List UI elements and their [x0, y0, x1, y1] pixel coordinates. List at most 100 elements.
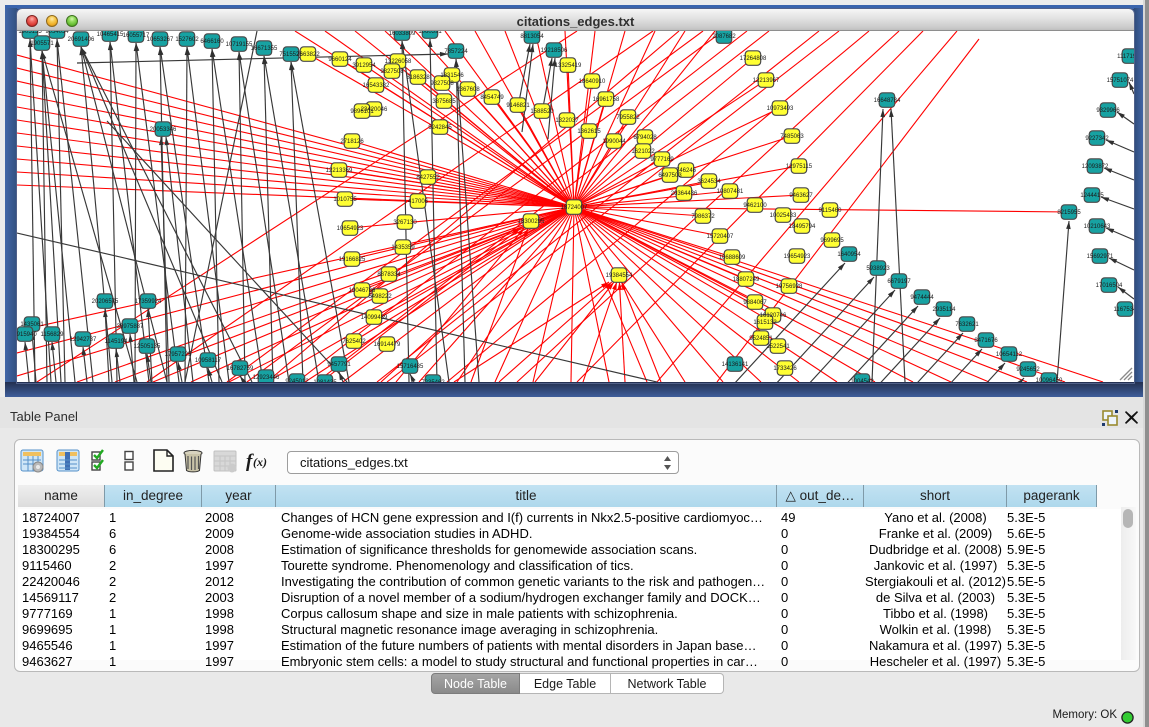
svg-text:8186328: 8186328 [406, 75, 430, 81]
svg-text:1615132: 1615132 [753, 320, 777, 326]
svg-text:1905135: 1905135 [18, 31, 42, 35]
svg-text:1167534: 1167534 [1114, 307, 1134, 313]
svg-text:13325419: 13325419 [555, 63, 582, 69]
svg-text:6497503: 6497503 [658, 173, 682, 179]
svg-text:1621022: 1621022 [631, 149, 655, 155]
svg-text:20691406: 20691406 [68, 37, 95, 43]
svg-text:12213967: 12213967 [753, 78, 780, 84]
svg-text:6794028: 6794028 [633, 135, 657, 141]
svg-text:12505135: 12505135 [134, 344, 161, 350]
svg-text:19756928: 19756928 [776, 284, 803, 290]
svg-text:1060391: 1060391 [418, 31, 442, 35]
svg-text:8813054: 8813054 [520, 34, 544, 40]
svg-text:18807249: 18807249 [733, 277, 760, 283]
svg-text:5498222: 5498222 [368, 294, 392, 300]
svg-text:1435061: 1435061 [20, 322, 44, 328]
svg-text:20364436: 20364436 [671, 191, 698, 197]
svg-text:9699695: 9699695 [820, 238, 844, 244]
svg-text:14099489: 14099489 [361, 315, 388, 321]
svg-text:15692971: 15692971 [1087, 254, 1114, 260]
svg-text:10654923: 10654923 [337, 226, 364, 232]
svg-text:1527602: 1527602 [175, 37, 199, 43]
svg-text:9327508: 9327508 [430, 81, 454, 87]
svg-text:8454749: 8454749 [480, 95, 504, 101]
svg-text:10688609: 10688609 [719, 255, 746, 261]
svg-text:15751074: 15751074 [1107, 78, 1134, 84]
svg-text:10958117: 10958117 [195, 358, 222, 364]
svg-text:13226058: 13226058 [385, 59, 412, 65]
svg-text:7955822: 7955822 [616, 115, 640, 121]
svg-text:9524851: 9524851 [749, 336, 773, 342]
svg-text:16914479: 16914479 [374, 342, 401, 348]
svg-text:16782759: 16782759 [227, 366, 254, 372]
svg-text:3267130: 3267130 [393, 220, 417, 226]
svg-text:7663822: 7663822 [296, 52, 320, 58]
svg-text:7986372: 7986372 [691, 214, 715, 220]
svg-text:16648784: 16648784 [874, 98, 901, 104]
svg-text:2522541: 2522541 [766, 344, 790, 350]
svg-text:12942737: 12942737 [70, 337, 97, 343]
svg-text:12213369: 12213369 [326, 168, 353, 174]
svg-text:9660124: 9660124 [328, 57, 352, 63]
svg-text:3875685: 3875685 [432, 99, 456, 105]
svg-text:(x): (x) [253, 455, 267, 469]
svg-text:15720407: 15720407 [707, 234, 734, 240]
svg-text:3915940: 3915940 [17, 332, 37, 338]
svg-text:6679197: 6679197 [887, 279, 911, 285]
svg-text:20206575: 20206575 [92, 299, 119, 305]
svg-text:1588520: 1588520 [530, 109, 554, 115]
svg-text:6466160: 6466160 [200, 39, 224, 45]
svg-text:1905571: 1905571 [30, 41, 54, 47]
svg-text:9227342: 9227342 [1085, 136, 1109, 142]
svg-text:2087682: 2087682 [712, 34, 736, 40]
svg-text:8471676: 8471676 [974, 338, 998, 344]
svg-text:18724007: 18724007 [561, 205, 588, 211]
svg-text:3624534: 3624534 [697, 179, 721, 185]
svg-text:16033809: 16033809 [389, 31, 416, 37]
svg-text:2367608: 2367608 [456, 87, 480, 93]
svg-text:17016504: 17016504 [1096, 283, 1123, 289]
svg-text:10653267: 10653267 [147, 37, 174, 43]
svg-text:16120746: 16120746 [760, 313, 787, 319]
svg-text:9827508: 9827508 [380, 69, 404, 75]
svg-text:1640954: 1640954 [837, 252, 861, 258]
svg-text:10025433: 10025433 [770, 213, 797, 219]
svg-text:9245012: 9245012 [285, 379, 309, 382]
svg-text:2935114: 2935114 [933, 307, 957, 313]
svg-text:9457791: 9457791 [327, 362, 351, 368]
svg-text:7485063: 7485063 [780, 134, 804, 140]
svg-text:7625402: 7625402 [342, 339, 366, 345]
svg-text:1322037: 1322037 [555, 118, 579, 124]
svg-text:10973493: 10973493 [767, 106, 794, 112]
svg-text:9245652: 9245652 [1016, 367, 1040, 373]
svg-text:10465415: 10465415 [97, 32, 124, 38]
svg-text:1435359: 1435359 [391, 245, 415, 251]
svg-text:18640910: 18640910 [579, 79, 606, 85]
svg-text:417006: 417006 [408, 199, 429, 205]
svg-text:2718126: 2718126 [340, 139, 364, 145]
svg-text:8427552: 8427552 [416, 175, 440, 181]
svg-text:9474444: 9474444 [910, 295, 934, 301]
svg-text:1010755: 1010755 [333, 197, 357, 203]
svg-text:9462100: 9462100 [743, 203, 767, 209]
svg-text:16961758: 16961758 [593, 97, 620, 103]
svg-text:18495794: 18495794 [789, 224, 816, 230]
svg-text:1004542: 1004542 [850, 379, 874, 382]
svg-text:9777169: 9777169 [650, 157, 674, 163]
svg-text:10210643: 10210643 [1084, 224, 1111, 230]
svg-text:17359924: 17359924 [135, 299, 162, 305]
svg-text:17264808: 17264808 [740, 56, 767, 62]
svg-text:7235462: 7235462 [421, 380, 445, 382]
svg-text:1362615: 1362615 [577, 129, 601, 135]
svg-text:16543382: 16543382 [363, 83, 390, 89]
svg-text:10807481: 10807481 [717, 189, 744, 195]
svg-text:1831546: 1831546 [440, 73, 464, 79]
svg-text:9896101: 9896101 [350, 109, 374, 115]
svg-text:1081435: 1081435 [313, 380, 337, 382]
svg-text:9329966: 9329966 [1096, 108, 1120, 114]
svg-text:30975887: 30975887 [117, 324, 144, 330]
svg-text:9242845: 9242845 [428, 125, 452, 131]
svg-text:17957225: 17957225 [165, 352, 192, 358]
svg-text:1990044: 1990044 [602, 139, 626, 145]
svg-text:19166825: 19166825 [339, 257, 366, 263]
